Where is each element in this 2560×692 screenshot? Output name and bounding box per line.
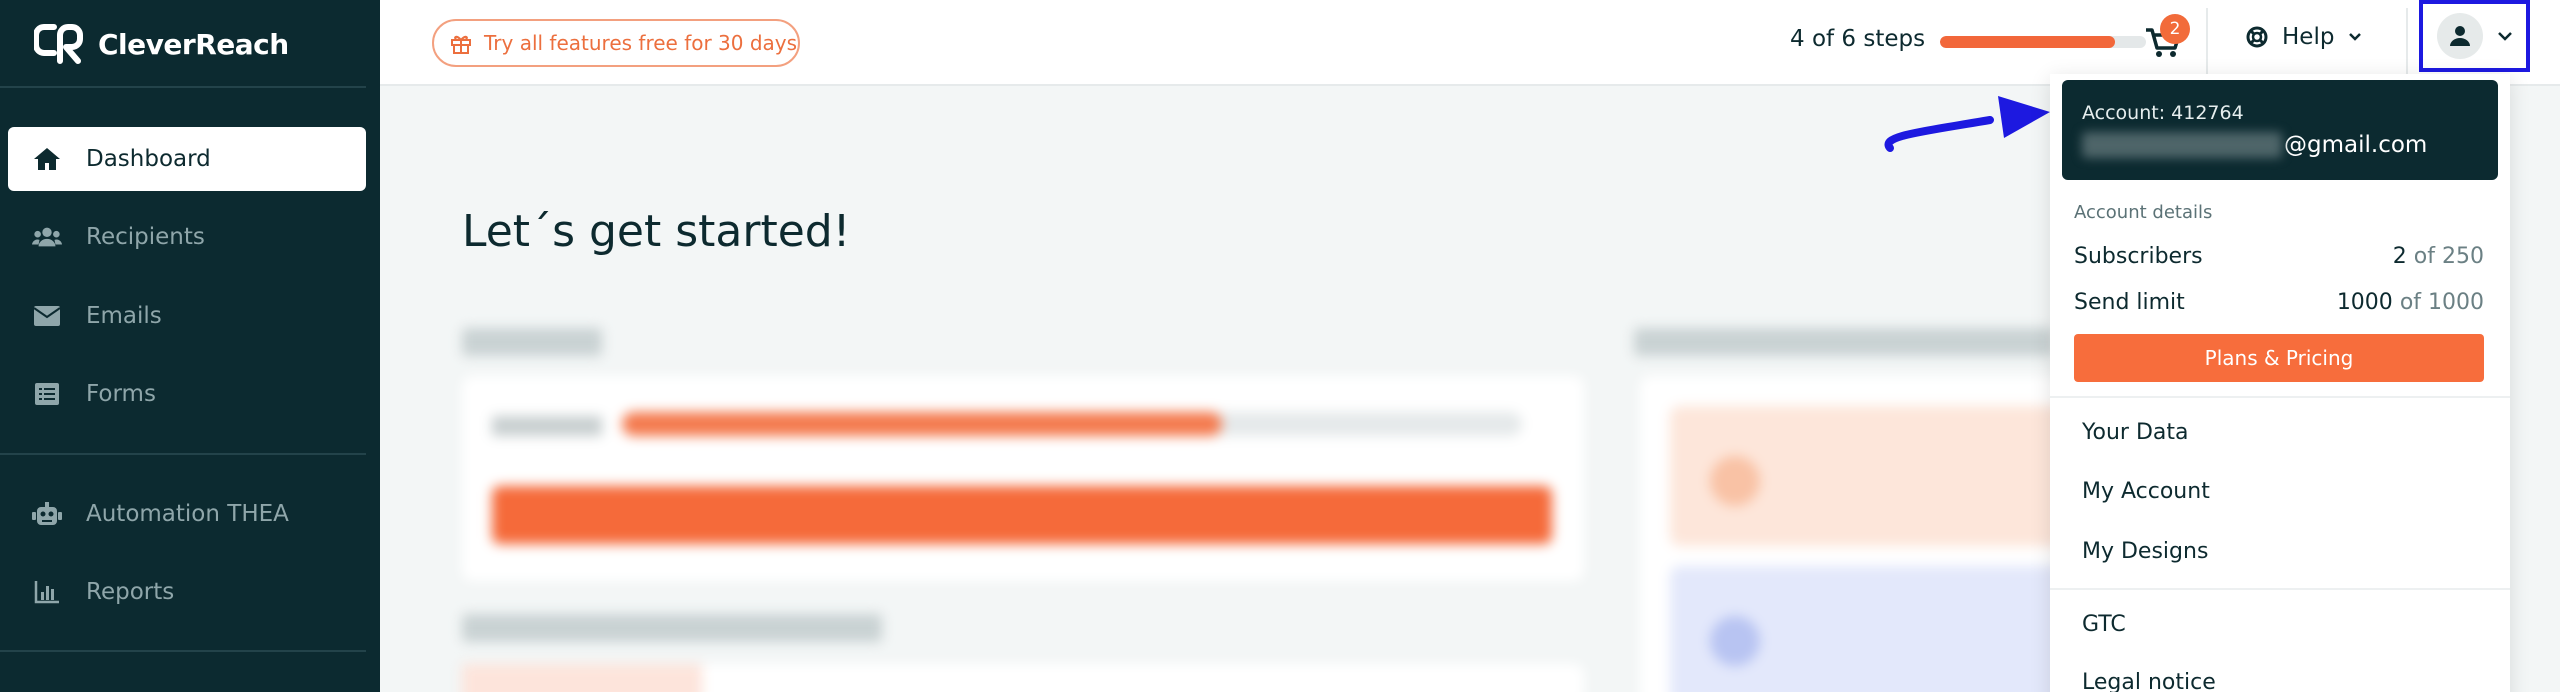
subscribers-row: Subscribers 2 of 250 (2074, 244, 2484, 269)
account-menu-button[interactable] (2419, 0, 2530, 72)
send-limit-row: Send limit 1000 of 1000 (2074, 290, 2484, 315)
sidebar-item-forms[interactable]: Forms (8, 362, 366, 426)
sidebar-divider (0, 650, 366, 652)
cart-badge: 2 (2160, 14, 2190, 44)
gift-icon (451, 35, 471, 54)
logo-mark-icon (34, 24, 83, 64)
chevron-down-icon (2349, 33, 2362, 41)
subscribers-total: of 250 (2413, 244, 2484, 269)
envelope-icon (32, 301, 62, 331)
avatar (2436, 13, 2483, 59)
sidebar-item-label: Automation THEA (86, 501, 289, 527)
topbar-divider (2206, 8, 2208, 78)
page-title: Let´s get started! (462, 206, 851, 257)
annotation-arrow-icon (1884, 96, 2050, 152)
email-redaction (2082, 132, 2282, 158)
subscribers-value: 2 (2392, 244, 2407, 269)
sidebar-item-automation[interactable]: Automation THEA (8, 482, 366, 546)
dropdown-divider (2050, 396, 2510, 398)
sidebar-item-label: Dashboard (86, 146, 211, 172)
list-icon (32, 379, 62, 409)
blurred-heading (1634, 328, 2054, 356)
plans-pricing-button[interactable]: Plans & Pricing (2074, 334, 2484, 382)
blurred-messages-card (1640, 376, 2070, 692)
lifebuoy-icon (2246, 26, 2268, 48)
sidebar-item-label: Forms (86, 381, 156, 407)
blurred-steps-card (462, 376, 1584, 581)
sidebar-item-reports[interactable]: Reports (8, 560, 366, 624)
sidebar: CleverReach Dashboard Recipients Emails … (0, 0, 380, 692)
steps-progress-fill (1940, 36, 2116, 48)
blurred-heading (462, 614, 882, 642)
subscribers-label: Subscribers (2074, 244, 2203, 269)
sidebar-divider (0, 86, 366, 88)
my-account-link[interactable]: My Account (2082, 479, 2210, 504)
account-email: @gmail.com (2082, 132, 2478, 158)
sidebar-item-dashboard[interactable]: Dashboard (8, 127, 366, 191)
help-menu-button[interactable]: Help (2246, 24, 2362, 50)
my-designs-link[interactable]: My Designs (2082, 539, 2208, 564)
account-number: Account: 412764 (2082, 102, 2244, 124)
dropdown-divider (2050, 588, 2510, 590)
account-details-label: Account details (2074, 202, 2213, 223)
legal-notice-link[interactable]: Legal notice (2082, 670, 2216, 692)
cleverreach-logo[interactable]: CleverReach (34, 20, 289, 68)
brand-name: CleverReach (98, 27, 289, 61)
sidebar-item-label: Reports (86, 579, 175, 605)
send-limit-label: Send limit (2074, 290, 2185, 315)
trial-label: Try all features free for 30 days (484, 31, 798, 55)
users-icon (32, 222, 62, 252)
send-limit-total: of 1000 (2399, 290, 2484, 315)
chevron-down-icon (2497, 31, 2512, 41)
account-summary: Account: 412764 @gmail.com (2062, 80, 2498, 180)
steps-progress-bar[interactable] (1940, 36, 2146, 48)
sidebar-item-recipients[interactable]: Recipients (8, 205, 366, 269)
gtc-link[interactable]: GTC (2082, 612, 2126, 637)
subscribers-count: 2 of 250 (2393, 244, 2484, 269)
your-data-link[interactable]: Your Data (2082, 420, 2189, 445)
sidebar-item-emails[interactable]: Emails (8, 284, 366, 348)
steps-counter[interactable]: 4 of 6 steps (1790, 26, 1925, 52)
email-domain: @gmail.com (2284, 132, 2428, 158)
sidebar-item-label: Recipients (86, 224, 205, 250)
sidebar-item-label: Emails (86, 303, 162, 329)
topbar-divider (2406, 8, 2408, 78)
robot-icon (32, 499, 62, 529)
bar-chart-icon (32, 577, 62, 607)
user-icon (2449, 26, 2470, 46)
blurred-card (462, 664, 1584, 692)
send-limit-value: 1000 (2336, 290, 2393, 315)
help-label: Help (2282, 24, 2335, 50)
send-limit-count: 1000 of 1000 (2337, 290, 2484, 315)
home-icon (32, 144, 62, 174)
blurred-heading (462, 328, 602, 356)
sidebar-divider (0, 453, 366, 455)
account-dropdown: Account: 412764 @gmail.com Account detai… (2050, 74, 2510, 692)
trial-button[interactable]: Try all features free for 30 days (432, 19, 800, 67)
